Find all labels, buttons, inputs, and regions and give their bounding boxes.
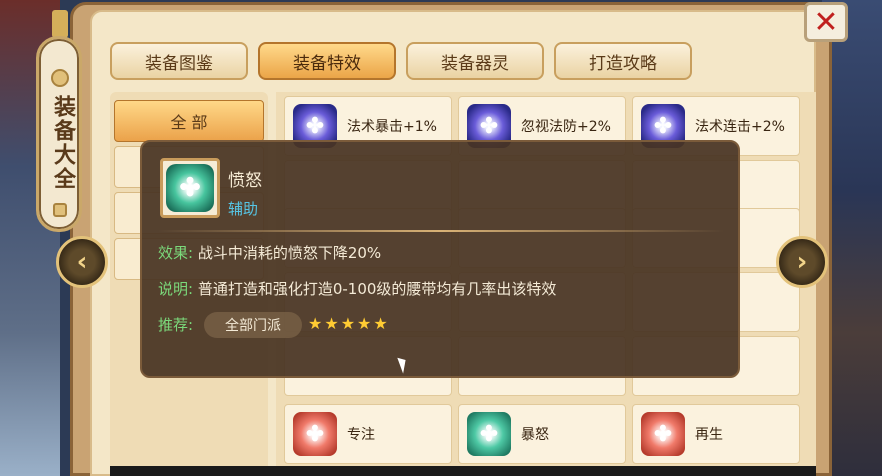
recommend-tag: 全部门派 [204, 312, 302, 338]
category-all[interactable]: 全 部 [114, 100, 264, 142]
title-scroll: 装备大全 [36, 36, 82, 232]
tab-forging-guide[interactable]: 打造攻略 [554, 42, 692, 80]
effect-name: 愤怒 [228, 171, 262, 191]
effect-tooltip: ✤ 愤怒 辅助 效果: 战斗中消耗的愤怒下降20% 说明: 普通打造和强化打造0… [140, 140, 740, 378]
tab-label: 打造攻略 [589, 53, 657, 74]
star-rating: ★★★★★ [308, 314, 390, 333]
bottom-bar [110, 466, 816, 476]
effect-label: 暴怒 [521, 427, 549, 443]
red-swirl-icon: ✤ [293, 412, 337, 456]
tooltip-icon-frame: ✤ [160, 158, 220, 218]
effect-cell[interactable]: ✤ 暴怒 [458, 404, 626, 464]
green-swirl-icon: ✤ [166, 164, 214, 212]
recommend-row: 推荐: [158, 314, 193, 335]
tab-equipment-effects[interactable]: 装备特效 [258, 42, 396, 80]
category-label: 全 部 [170, 113, 208, 132]
close-button[interactable]: ✕ [804, 2, 848, 42]
green-swirl-icon: ✤ [467, 412, 511, 456]
red-swirl-icon: ✤ [641, 412, 685, 456]
close-icon: ✕ [813, 4, 839, 40]
chevron-right-icon: › [796, 247, 808, 277]
tab-equipment-catalog[interactable]: 装备图鉴 [110, 42, 248, 80]
recommend-key: 推荐: [158, 316, 194, 334]
next-page-button[interactable]: › [776, 236, 828, 288]
window-title: 装备大全 [50, 95, 75, 191]
description-key: 说明: [158, 280, 194, 298]
effect-label: 法术暴击+1% [347, 119, 437, 135]
description-text: 普通打造和强化打造0-100级的腰带均有几率出该特效 [197, 280, 557, 298]
effect-label: 忽视法防+2% [521, 119, 611, 135]
tab-label: 装备特效 [293, 53, 361, 74]
divider [158, 230, 724, 232]
description-row: 说明: 普通打造和强化打造0-100级的腰带均有几率出该特效 [158, 278, 556, 299]
effect-text: 战斗中消耗的愤怒下降20% [197, 244, 382, 262]
scroll-end-icon [53, 203, 67, 217]
effect-cell[interactable]: ✤ 再生 [632, 404, 800, 464]
effect-key: 效果: [158, 244, 194, 262]
title-pin-ornament [52, 10, 68, 38]
scroll-knob-icon [51, 69, 69, 87]
effect-cell[interactable]: ✤ 专注 [284, 404, 452, 464]
tab-label: 装备图鉴 [145, 53, 213, 74]
effect-type: 辅助 [228, 200, 259, 218]
tab-label: 装备器灵 [441, 53, 509, 74]
effect-label: 再生 [695, 427, 723, 443]
effect-label: 法术连击+2% [695, 119, 785, 135]
prev-page-button[interactable]: ‹ [56, 236, 108, 288]
chevron-left-icon: ‹ [76, 247, 88, 277]
effect-row: 效果: 战斗中消耗的愤怒下降20% [158, 242, 381, 263]
tab-equipment-spirit[interactable]: 装备器灵 [406, 42, 544, 80]
effect-label: 专注 [347, 427, 375, 443]
